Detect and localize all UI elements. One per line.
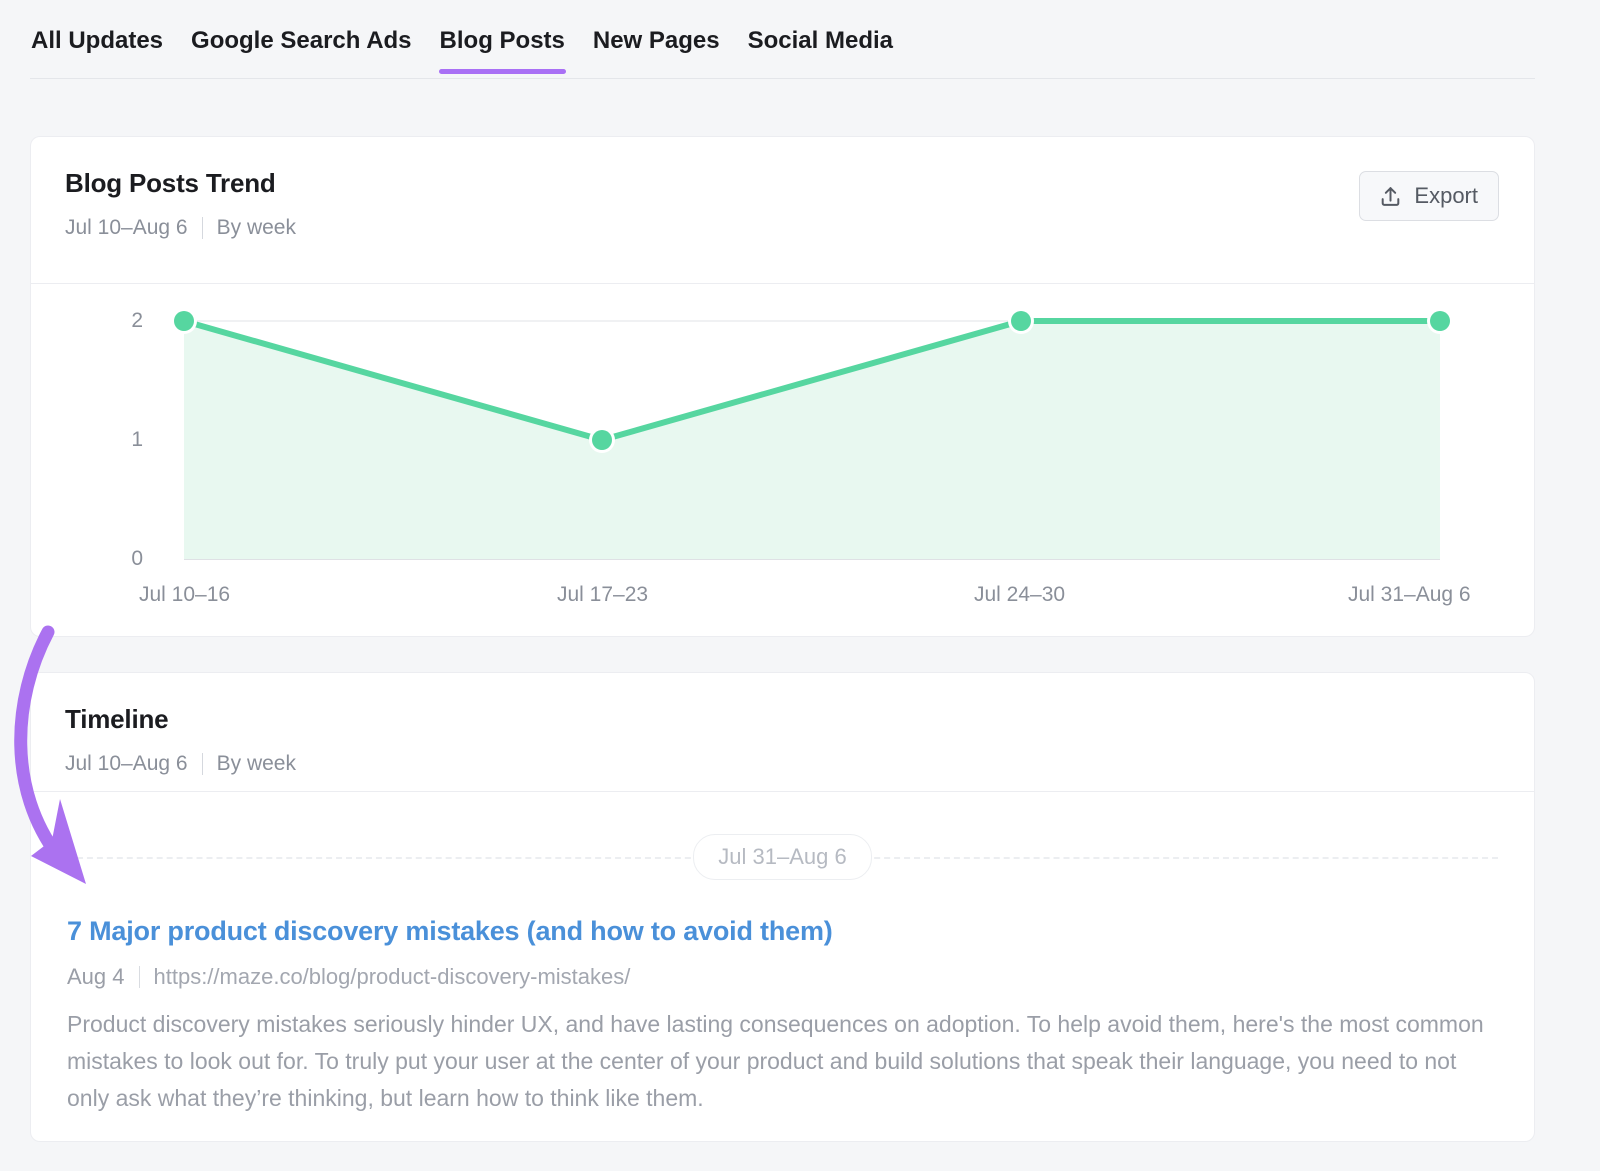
chart-card-title: Blog Posts Trend (65, 167, 1500, 199)
timeline-date-range: Jul 10–Aug 6 (65, 751, 188, 777)
post-description: Product discovery mistakes seriously hin… (67, 1006, 1497, 1117)
chart-area-fill (184, 321, 1440, 559)
tab-bar: All Updates Google Search Ads Blog Posts… (30, 22, 1535, 79)
chart-date-range: Jul 10–Aug 6 (65, 215, 188, 241)
chart-granularity: By week (217, 215, 296, 241)
chart-point-2[interactable] (1011, 311, 1031, 331)
subtitle-divider (202, 753, 203, 775)
post-meta-divider (139, 966, 140, 988)
tab-blog-posts[interactable]: Blog Posts (439, 22, 566, 74)
chart-point-1[interactable] (592, 430, 612, 450)
blog-posts-trend-chart[interactable]: 2 1 0 Jul 10–16 Jul 17–23 Jul 24–30 Jul … (31, 284, 1534, 636)
timeline-card: Timeline Jul 10–Aug 6 By week Jul 31–Aug… (30, 672, 1535, 1142)
app-page: All Updates Google Search Ads Blog Posts… (0, 0, 1600, 1171)
chart-point-3[interactable] (1430, 311, 1450, 331)
tab-label: Social Media (748, 27, 893, 54)
timeline-card-title: Timeline (65, 703, 1500, 735)
y-axis-tick-2: 2 (103, 309, 143, 333)
post-meta: Aug 4 https://maze.co/blog/product-disco… (67, 964, 1498, 990)
tab-new-pages[interactable]: New Pages (592, 22, 721, 74)
tab-google-search-ads[interactable]: Google Search Ads (190, 22, 413, 74)
list-item: 7 Major product discovery mistakes (and … (31, 886, 1534, 1117)
chart-svg (31, 284, 1534, 636)
export-button[interactable]: Export (1359, 171, 1499, 221)
timeline-card-subtitle: Jul 10–Aug 6 By week (65, 751, 1500, 777)
tab-social-media[interactable]: Social Media (747, 22, 894, 74)
timeline-granularity: By week (217, 751, 296, 777)
timeline-group-divider: Jul 31–Aug 6 (31, 828, 1534, 886)
timeline-group-chip: Jul 31–Aug 6 (693, 834, 871, 880)
tab-label: New Pages (593, 27, 720, 54)
post-url[interactable]: https://maze.co/blog/product-discovery-m… (154, 964, 631, 990)
tab-label: All Updates (31, 27, 163, 54)
export-button-label: Export (1414, 183, 1478, 209)
post-title-link[interactable]: 7 Major product discovery mistakes (and … (67, 914, 1498, 948)
tab-label: Blog Posts (440, 27, 565, 54)
timeline-card-header: Timeline Jul 10–Aug 6 By week (31, 673, 1534, 777)
blog-posts-trend-card: Blog Posts Trend Jul 10–Aug 6 By week Ex… (30, 136, 1535, 637)
upload-icon (1378, 184, 1403, 209)
tab-label: Google Search Ads (191, 27, 412, 54)
x-axis-tick-0: Jul 10–16 (139, 583, 230, 607)
x-axis-tick-3: Jul 31–Aug 6 (1348, 583, 1471, 607)
chart-point-0[interactable] (174, 311, 194, 331)
chart-card-header: Blog Posts Trend Jul 10–Aug 6 By week (31, 137, 1534, 241)
subtitle-divider (202, 217, 203, 239)
chart-card-subtitle: Jul 10–Aug 6 By week (65, 215, 1500, 241)
timeline-list: Jul 31–Aug 6 7 Major product discovery m… (31, 792, 1534, 1117)
x-axis-tick-2: Jul 24–30 (974, 583, 1065, 607)
post-date: Aug 4 (67, 964, 125, 990)
x-axis-tick-1: Jul 17–23 (557, 583, 648, 607)
y-axis-tick-1: 1 (103, 428, 143, 452)
y-axis-tick-0: 0 (103, 547, 143, 571)
tab-all-updates[interactable]: All Updates (30, 22, 164, 74)
